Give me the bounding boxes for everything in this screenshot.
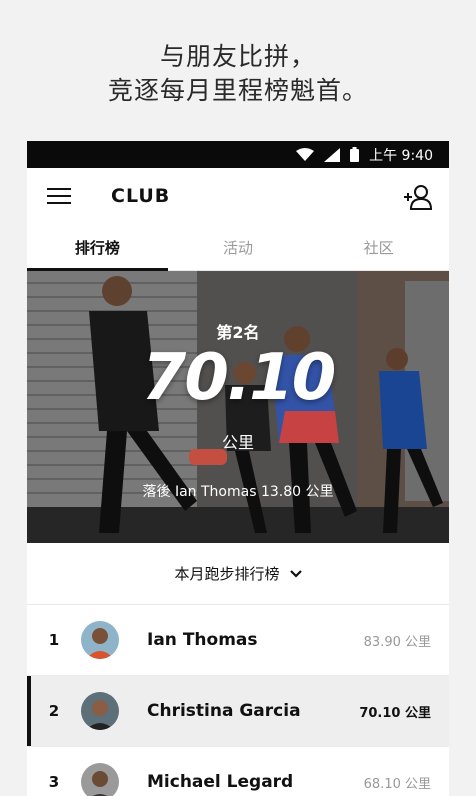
- hamburger-menu-icon[interactable]: [47, 188, 71, 206]
- status-bar: 上午 9:40: [27, 141, 449, 168]
- row-distance: 68.10 公里: [363, 776, 431, 792]
- selector-label: 本月跑步排行榜: [174, 565, 280, 583]
- row-rank: 2: [48, 702, 60, 720]
- wifi-icon: [296, 147, 315, 161]
- phone-screen: 上午 9:40 CLUB 排行榜 活动 社区 第2名 70.10 公里 落後 I…: [27, 141, 449, 796]
- tab-leaderboard[interactable]: 排行榜: [27, 226, 168, 271]
- leaderboard-period-selector[interactable]: 本月跑步排行榜: [27, 543, 449, 605]
- row-distance: 83.90 公里: [363, 634, 431, 650]
- status-time: 上午 9:40: [369, 147, 433, 164]
- signal-icon: [324, 147, 341, 162]
- add-friend-icon[interactable]: [403, 183, 433, 211]
- row-name: Christina Garcia: [147, 701, 301, 721]
- row-rank: 3: [48, 773, 60, 791]
- app-title: CLUB: [111, 185, 171, 207]
- hero-behind-text: 落後 Ian Thomas 13.80 公里: [142, 484, 334, 500]
- avatar: [81, 621, 119, 659]
- app-bar: CLUB: [27, 168, 449, 226]
- avatar: [81, 763, 119, 796]
- tagline-line-2: 竞逐每月里程榜魁首。: [107, 76, 368, 105]
- tab-bar: 排行榜 活动 社区: [27, 226, 449, 271]
- tab-activity[interactable]: 活动: [168, 226, 309, 270]
- avatar: [81, 692, 119, 730]
- tagline: 与朋友比拼， 竞逐每月里程榜魁首。: [0, 40, 476, 108]
- hero-banner: 第2名 70.10 公里 落後 Ian Thomas 13.80 公里: [27, 271, 449, 543]
- hero-distance-unit: 公里: [221, 433, 254, 452]
- tab-community[interactable]: 社区: [308, 226, 449, 270]
- leaderboard-row[interactable]: 3 Michael Legard 68.10 公里: [27, 747, 449, 796]
- row-name: Michael Legard: [147, 772, 294, 792]
- row-name: Ian Thomas: [147, 630, 258, 650]
- battery-icon: [350, 147, 360, 162]
- leaderboard-row[interactable]: 1 Ian Thomas 83.90 公里: [27, 605, 449, 676]
- row-rank: 1: [48, 631, 60, 649]
- leaderboard-row-current-user[interactable]: 2 Christina Garcia 70.10 公里: [27, 676, 449, 747]
- chevron-down-icon: [289, 569, 302, 578]
- row-distance: 70.10 公里: [359, 705, 431, 721]
- hero-distance-value: 70.10: [141, 341, 336, 415]
- hero-rank: 第2名: [216, 323, 260, 342]
- tagline-line-1: 与朋友比拼，: [159, 42, 316, 71]
